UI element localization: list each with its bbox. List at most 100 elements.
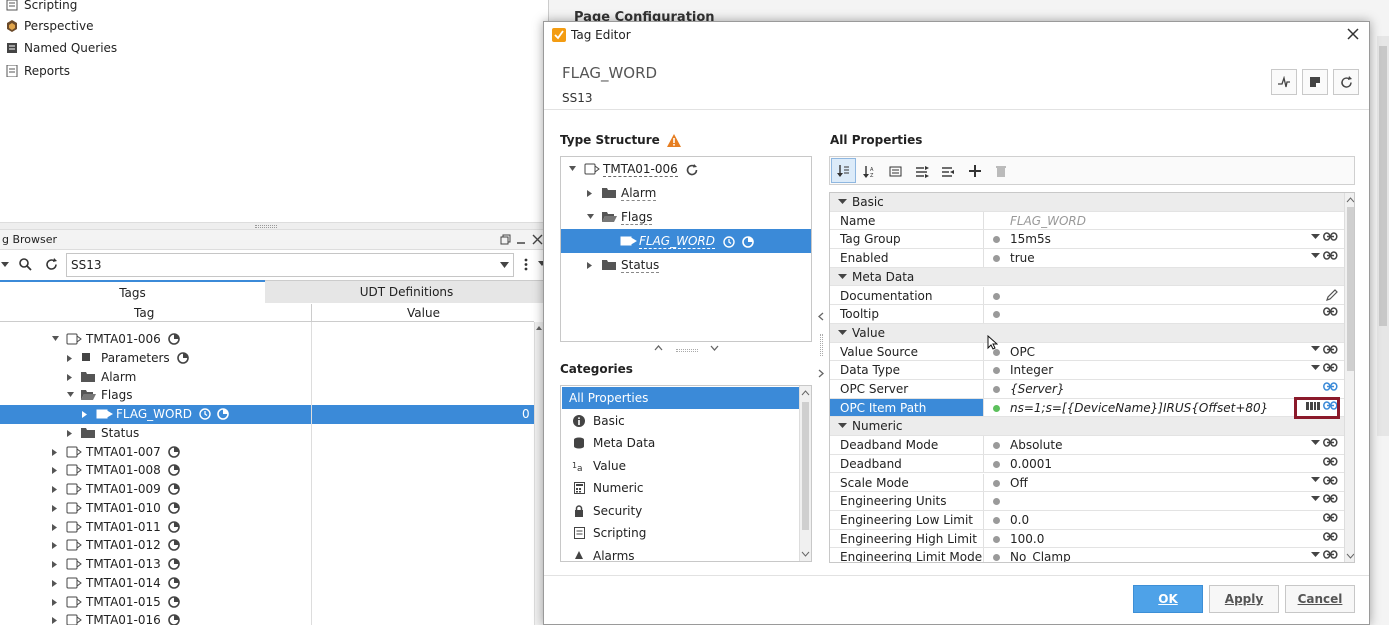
table-row[interactable]: Status (0, 424, 534, 443)
tree-item[interactable]: TMTA01-006 (561, 157, 811, 181)
chevron-down-icon[interactable] (838, 423, 847, 429)
binding-link-icon[interactable] (1323, 438, 1338, 447)
property-row[interactable]: Name FLAG_WORD (830, 211, 1344, 231)
chevron-down-icon[interactable] (51, 335, 60, 342)
chevron-down-icon[interactable] (1311, 495, 1320, 502)
chevron-down-icon[interactable] (1311, 551, 1320, 558)
property-row[interactable]: Engineering Limit Mode No_Clamp (830, 548, 1344, 562)
table-row[interactable]: TMTA01-007 (0, 443, 534, 462)
property-value-cell[interactable]: true (983, 249, 1344, 267)
chevron-right-icon[interactable] (586, 261, 593, 270)
binding-link-icon[interactable] (1323, 531, 1338, 541)
table-row[interactable]: Parameters (0, 349, 534, 368)
chevron-right-icon[interactable] (81, 410, 88, 419)
table-row[interactable]: TMTA01-010 (0, 499, 534, 518)
pane-splitter[interactable] (0, 222, 548, 230)
property-row[interactable]: Deadband Mode Absolute (830, 436, 1344, 455)
cancel-button[interactable]: Cancel (1285, 585, 1355, 613)
chevron-down-icon[interactable] (568, 165, 577, 172)
binding-link-icon[interactable] (1323, 363, 1338, 373)
dialog-title-bar[interactable]: Tag Editor (544, 22, 1369, 48)
table-row[interactable]: TMTA01-008 (0, 461, 534, 480)
property-value-cell[interactable]: 0.0001 (983, 454, 1344, 473)
refresh-button[interactable] (1333, 69, 1359, 95)
tree-item[interactable]: FLAG_WORD (561, 229, 811, 253)
collapse-all-icon[interactable] (941, 165, 955, 178)
tree-item[interactable]: Alarm (561, 181, 811, 205)
project-item-reports[interactable]: Reports (6, 60, 70, 82)
property-row[interactable]: Tag Group 15m5s (830, 230, 1344, 250)
property-value-cell[interactable]: 0.0 (983, 510, 1344, 529)
property-row[interactable]: OPC Item Path ns=1;s=[{DeviceName}]IRUS{O… (830, 398, 1344, 418)
chevron-down-icon[interactable] (66, 391, 75, 398)
property-value-cell[interactable]: OPC (983, 342, 1344, 361)
properties-scrollbar[interactable] (1344, 193, 1354, 562)
tag-tree-scrollbar[interactable] (534, 322, 543, 625)
collapse-up-icon[interactable] (654, 345, 663, 351)
binding-link-icon[interactable] (1323, 232, 1338, 242)
property-value-cell[interactable]: Off (983, 473, 1344, 492)
sort-category-button[interactable] (831, 158, 856, 183)
table-row[interactable]: TMTA01-014 (0, 574, 534, 593)
property-row[interactable]: Data Type Integer (830, 361, 1344, 380)
chevron-right-icon[interactable] (51, 504, 58, 513)
category-item[interactable]: 1 a Value (562, 455, 800, 477)
property-row[interactable]: Value Source OPC (830, 342, 1344, 362)
chevron-down-icon[interactable] (1311, 364, 1320, 371)
ok-button[interactable]: OK (1133, 585, 1203, 613)
chevron-right-icon[interactable] (66, 429, 73, 438)
property-row[interactable]: Documentation (830, 286, 1344, 306)
right-scrollbar[interactable] (1377, 36, 1389, 436)
chevron-right-icon[interactable] (51, 523, 58, 532)
category-item[interactable]: Alarms (562, 545, 800, 561)
diagnostics-button[interactable] (1271, 69, 1297, 95)
table-row[interactable]: TMTA01-006 (0, 330, 534, 349)
table-row[interactable]: TMTA01-009 (0, 480, 534, 499)
chevron-right-icon[interactable] (51, 598, 58, 607)
property-value-cell[interactable]: {Server} (983, 380, 1344, 398)
binding-link-icon[interactable] (1323, 475, 1338, 485)
chevron-right-icon[interactable] (586, 189, 593, 198)
property-row[interactable]: OPC Server {Server} (830, 380, 1344, 399)
binding-link-icon[interactable] (1323, 251, 1338, 260)
project-item-named-queries[interactable]: Named Queries (6, 37, 117, 59)
table-row[interactable]: TMTA01-011 (0, 518, 534, 537)
chevron-right-icon[interactable] (51, 560, 58, 569)
binding-link-icon[interactable] (1323, 513, 1338, 522)
category-item[interactable]: Scripting (562, 522, 800, 544)
chevron-down-icon[interactable] (1311, 346, 1320, 352)
property-group[interactable]: Value (830, 323, 1344, 343)
table-row[interactable]: Flags (0, 386, 534, 405)
details-icon[interactable] (889, 165, 902, 178)
json-button[interactable] (1302, 69, 1328, 95)
expand-down-icon[interactable] (710, 345, 719, 351)
chevron-right-icon[interactable] (66, 354, 73, 363)
chevron-right-icon[interactable] (51, 579, 58, 588)
property-value-cell[interactable] (983, 286, 1344, 305)
chevron-right-icon[interactable] (51, 466, 58, 475)
category-item[interactable]: Meta Data (562, 432, 800, 454)
table-row[interactable]: TMTA01-016 (0, 611, 534, 625)
chevron-down-icon[interactable] (838, 273, 847, 280)
chevron-right-icon[interactable] (51, 541, 58, 550)
property-value-cell[interactable] (983, 305, 1344, 323)
chevron-down-icon[interactable] (586, 213, 595, 220)
property-group[interactable]: Meta Data (830, 267, 1344, 287)
categories-scrollbar[interactable] (799, 386, 811, 561)
table-row[interactable]: TMTA01-013 (0, 555, 534, 574)
property-row[interactable]: Engineering Low Limit 0.0 (830, 510, 1344, 530)
chevron-down-icon[interactable] (1311, 439, 1320, 446)
chevron-down-icon[interactable] (838, 199, 847, 205)
property-row[interactable]: Enabled true (830, 249, 1344, 268)
chevron-right-icon[interactable] (66, 373, 73, 382)
property-value-cell[interactable]: Absolute (983, 436, 1344, 454)
resize-grip[interactable] (676, 349, 698, 352)
table-row[interactable]: TMTA01-015 (0, 593, 534, 612)
property-value-cell[interactable] (983, 492, 1344, 510)
edit-icon[interactable] (1326, 288, 1338, 301)
chevron-down-icon[interactable] (1311, 233, 1320, 240)
category-item[interactable]: Numeric (562, 477, 800, 499)
category-item[interactable]: Security (562, 500, 800, 522)
property-row[interactable]: Engineering High Limit 100.0 (830, 529, 1344, 549)
chevron-right-icon[interactable] (51, 485, 58, 494)
